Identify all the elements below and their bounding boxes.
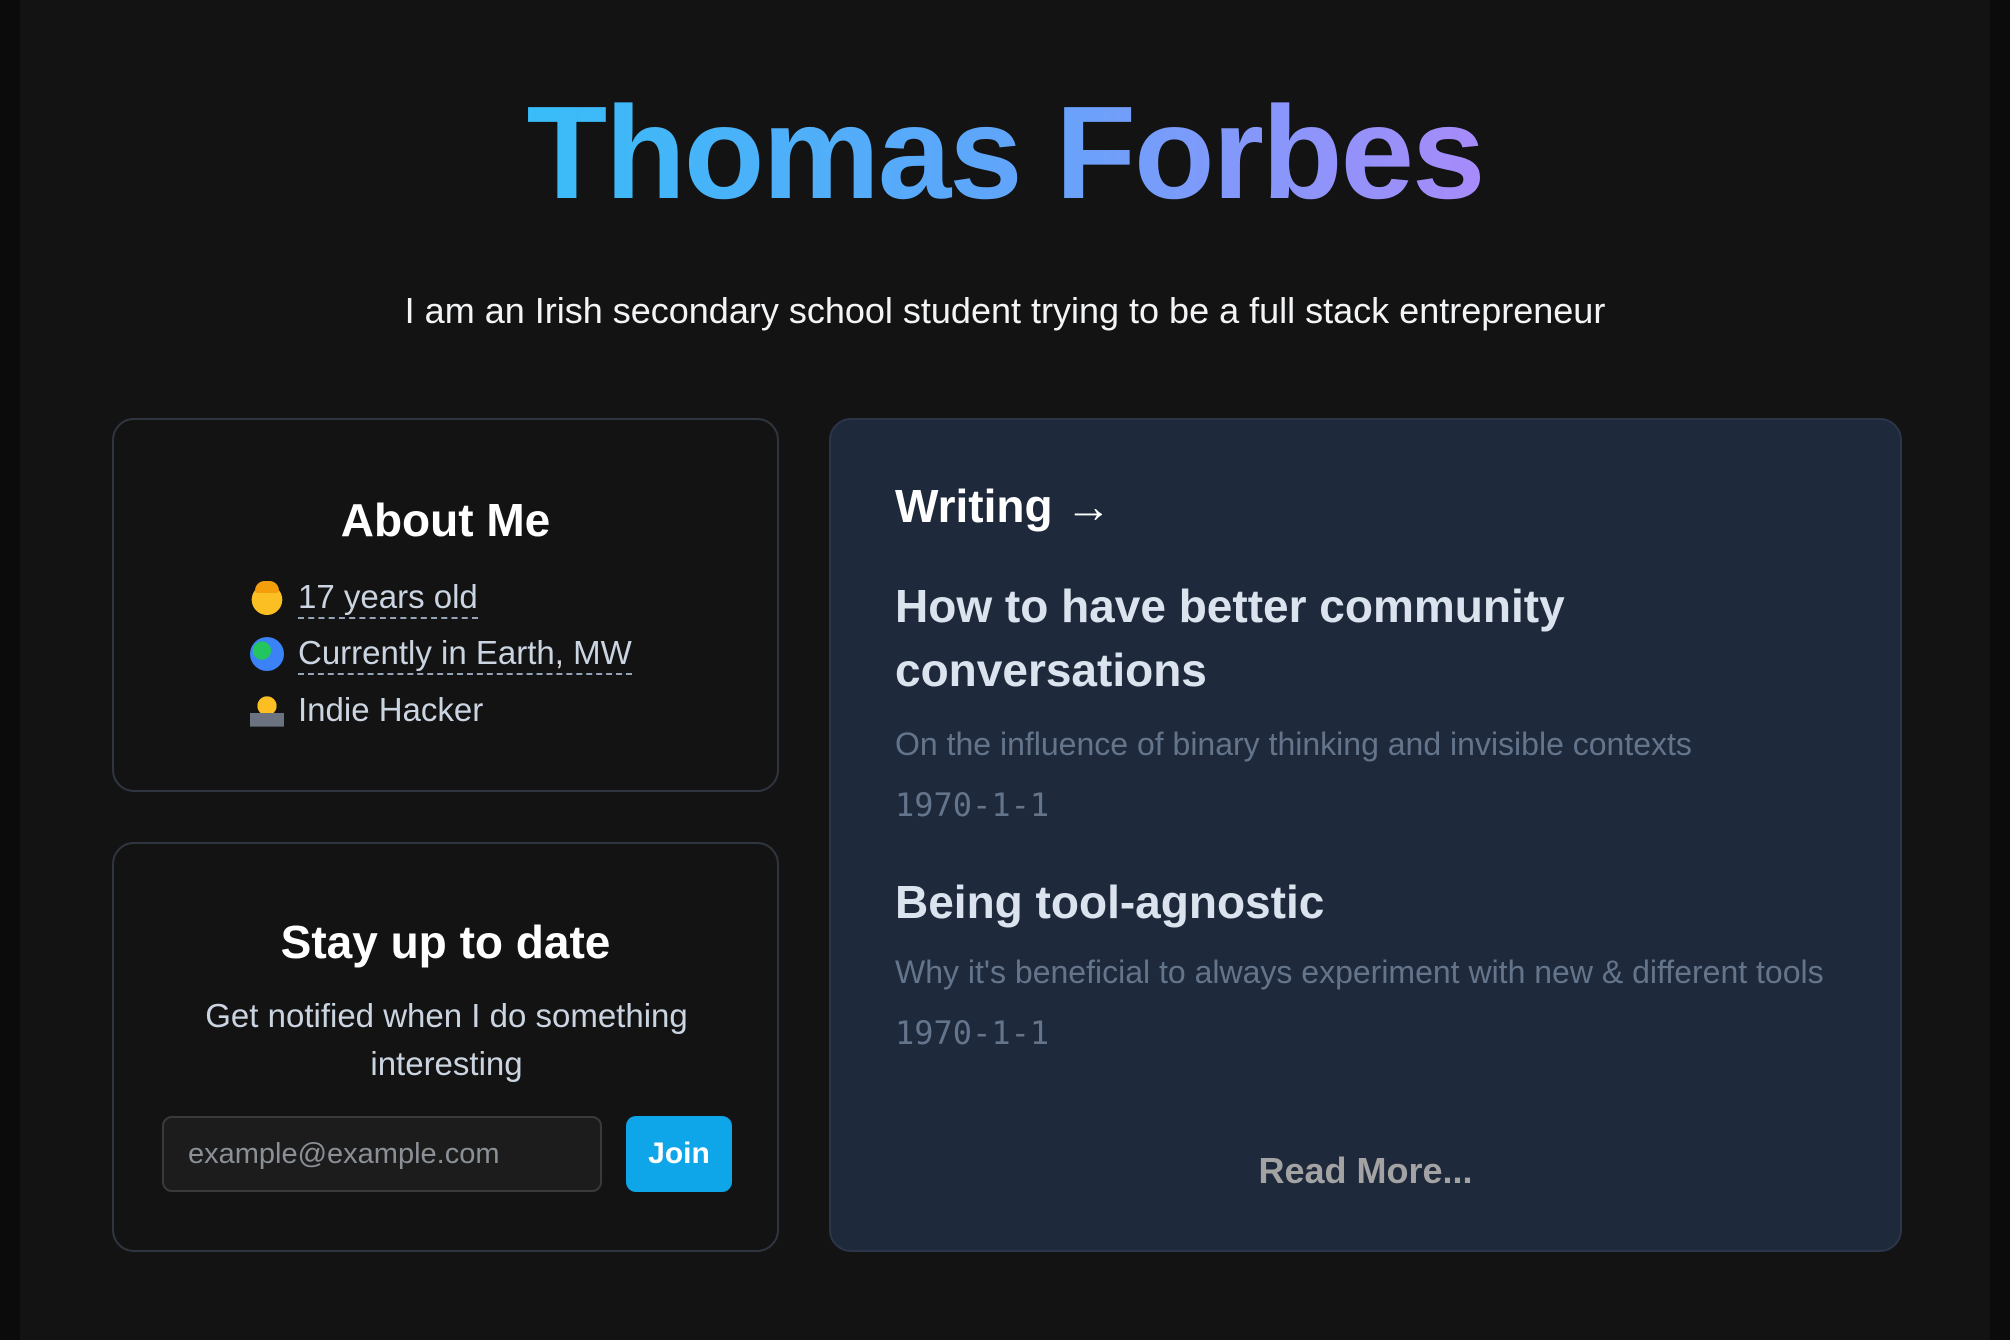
person-face-icon <box>250 581 284 615</box>
post-description: Why it's beneficial to always experiment… <box>895 954 1824 990</box>
about-item-location-text[interactable]: Currently in Earth, MW <box>298 634 632 675</box>
tagline: I am an Irish secondary school student t… <box>404 290 1606 331</box>
writing-heading-link[interactable]: Writing → <box>895 476 1111 536</box>
about-list: 17 years old Currently in Earth, MW Indi… <box>250 570 632 738</box>
page: Thomas Forbes I am an Irish secondary sc… <box>0 0 2010 1340</box>
technologist-icon <box>250 693 284 727</box>
join-button[interactable]: Join <box>626 1116 732 1192</box>
post-item: Being tool-agnostic Why it's beneficial … <box>895 870 1855 1058</box>
about-card: About Me 17 years old Currently in Earth… <box>112 418 779 792</box>
globe-icon <box>250 637 284 671</box>
about-item-role-text: Indie Hacker <box>298 691 484 728</box>
about-title: About Me <box>340 494 551 546</box>
post-item: How to have better community conversatio… <box>895 574 1855 830</box>
newsletter-card: Stay up to date Get notified when I do s… <box>112 842 779 1252</box>
post-description: On the influence of binary thinking and … <box>895 726 1692 762</box>
about-item-role: Indie Hacker <box>250 682 632 738</box>
newsletter-title: Stay up to date <box>280 916 611 968</box>
post-title-link[interactable]: How to have better community conversatio… <box>895 574 1855 702</box>
newsletter-subtitle: Get notified when I do something interes… <box>205 997 688 1082</box>
post-date: 1970-1-1 <box>895 1014 1050 1052</box>
about-item-age-text[interactable]: 17 years old <box>298 578 478 619</box>
read-more-link[interactable]: Read More... <box>831 1150 1900 1192</box>
about-item-age: 17 years old <box>250 570 632 626</box>
post-date: 1970-1-1 <box>895 786 1050 824</box>
post-title-link[interactable]: Being tool-agnostic <box>895 870 1855 934</box>
email-field[interactable] <box>162 1116 602 1192</box>
writing-card: Writing → How to have better community c… <box>829 418 1902 1252</box>
about-item-location: Currently in Earth, MW <box>250 626 632 682</box>
page-title: Thomas Forbes <box>0 78 2010 228</box>
page-title-text: Thomas Forbes <box>526 79 1486 226</box>
